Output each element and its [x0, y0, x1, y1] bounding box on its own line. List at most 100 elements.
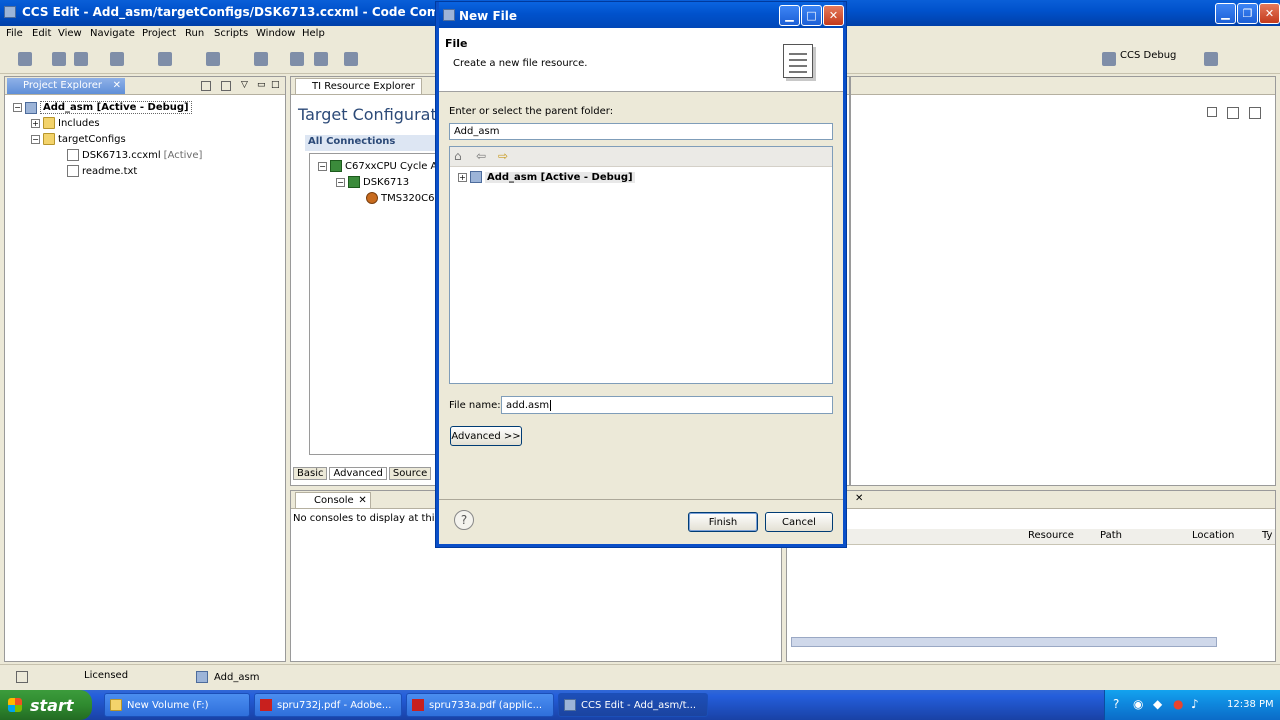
tree-item-label: C67xxCPU Cycle A	[345, 160, 438, 172]
tab-source[interactable]: Source	[388, 467, 432, 480]
build-icon[interactable]	[110, 52, 124, 66]
alert-tray-icon[interactable]: ●	[1173, 697, 1183, 711]
menu-scripts[interactable]: Scripts	[214, 28, 248, 39]
tab-advanced[interactable]: Advanced	[329, 467, 387, 480]
tree-item-label: Add_asm [Active - Debug]	[40, 101, 192, 114]
perspective-icon[interactable]	[1102, 52, 1116, 66]
advanced-button[interactable]: Advanced >>	[450, 426, 522, 446]
back-icon[interactable]: ⇦	[476, 149, 486, 163]
debug-icon[interactable]	[158, 52, 172, 66]
tree-item-targetconfigs[interactable]: − targetConfigs	[31, 133, 126, 145]
ccxml-file-icon	[67, 149, 79, 161]
taskbar-item-volume[interactable]: New Volume (F:)	[104, 693, 250, 717]
main-minimize-button[interactable]: ▁	[1215, 3, 1236, 24]
tree-item-includes[interactable]: + Includes	[31, 117, 100, 129]
parent-folder-input[interactable]: Add_asm	[449, 123, 833, 140]
tree-item-label: TMS320C6	[381, 192, 435, 204]
dialog-maximize-button[interactable]: □	[801, 5, 822, 26]
collapse-icon[interactable]: −	[318, 161, 327, 171]
file-name-input[interactable]: add.asm	[501, 396, 833, 414]
new-icon[interactable]	[18, 52, 32, 66]
folder-tree-item[interactable]: + Add_asm [Active - Debug]	[458, 171, 635, 183]
ccs-app-icon	[564, 699, 576, 711]
view-menu-icon[interactable]: ▽	[241, 80, 248, 90]
tools-icon[interactable]	[206, 52, 220, 66]
tree-item-readme[interactable]: readme.txt	[67, 165, 137, 177]
maximize-view-icon[interactable]	[1249, 107, 1261, 119]
menu-navigate[interactable]: Navigate	[90, 28, 135, 39]
network-tray-icon[interactable]: ◉	[1133, 697, 1143, 711]
menu-run[interactable]: Run	[185, 28, 204, 39]
tree-item-project[interactable]: − Add_asm [Active - Debug]	[13, 101, 192, 114]
expand-icon[interactable]: +	[458, 172, 467, 182]
link-editor-icon[interactable]	[221, 81, 231, 91]
start-button[interactable]: start	[0, 690, 92, 720]
start-label: start	[30, 695, 74, 715]
print-icon[interactable]	[74, 52, 88, 66]
finish-button[interactable]: Finish	[688, 512, 758, 532]
folder-icon	[43, 133, 55, 145]
up-folder-icon[interactable]: ⇨	[498, 149, 508, 163]
open-perspective-icon[interactable]	[1204, 52, 1218, 66]
taskbar-item-pdf1[interactable]: spru732j.pdf - Adobe...	[254, 693, 402, 717]
column-path[interactable]: Path	[1100, 530, 1122, 541]
menu-help[interactable]: Help	[302, 28, 325, 39]
project-icon	[25, 101, 37, 114]
menu-window[interactable]: Window	[256, 28, 295, 39]
taskbar-item-pdf2[interactable]: spru733a.pdf (applic...	[406, 693, 554, 717]
column-type[interactable]: Ty	[1262, 530, 1272, 541]
collapse-icon[interactable]: −	[336, 177, 345, 187]
tree-item-tms[interactable]: TMS320C6	[366, 192, 435, 204]
menu-project[interactable]: Project	[142, 28, 176, 39]
tab-console[interactable]: Console ✕	[295, 492, 371, 508]
main-maximize-button[interactable]: ❐	[1237, 3, 1258, 24]
main-close-button[interactable]: ✕	[1259, 3, 1280, 24]
ccs-debug-perspective[interactable]: CCS Debug	[1120, 50, 1176, 61]
menu-file[interactable]: File	[6, 28, 23, 39]
collapse-icon[interactable]: −	[31, 134, 40, 144]
expand-icon[interactable]: +	[31, 118, 40, 128]
collapse-all-icon[interactable]	[201, 81, 211, 91]
dialog-close-button[interactable]: ✕	[823, 5, 844, 26]
close-icon[interactable]: ✕	[358, 493, 366, 508]
column-resource[interactable]: Resource	[1028, 530, 1074, 541]
help-tray-icon[interactable]: ?	[1113, 697, 1119, 711]
horizontal-scrollbar[interactable]	[791, 637, 1217, 647]
all-connections-section[interactable]: All Connections	[305, 135, 437, 151]
cancel-button[interactable]: Cancel	[765, 512, 833, 532]
close-icon[interactable]: ✕	[113, 78, 121, 94]
clock[interactable]: 12:38 PM	[1227, 699, 1274, 710]
maximize-view-icon[interactable]: □	[271, 80, 280, 90]
project-explorer-tab[interactable]: Project Explorer ✕	[7, 78, 125, 94]
collapse-icon[interactable]: −	[13, 103, 22, 112]
back-icon[interactable]	[290, 52, 304, 66]
close-icon[interactable]: ✕	[855, 493, 863, 504]
tab-resource-explorer[interactable]: TI Resource Explorer	[295, 78, 422, 94]
menu-view[interactable]: View	[58, 28, 82, 39]
arrow-icon[interactable]	[344, 52, 358, 66]
tab-basic[interactable]: Basic	[293, 467, 328, 480]
restore-view-icon[interactable]	[1227, 107, 1239, 119]
security-tray-icon[interactable]: ◆	[1153, 697, 1162, 711]
help-icon[interactable]: ?	[454, 510, 474, 530]
tree-item-ccxml[interactable]: DSK6713.ccxml [Active]	[67, 149, 202, 161]
tree-item-dsk[interactable]: − DSK6713	[336, 176, 409, 188]
dialog-minimize-button[interactable]: ▁	[779, 5, 800, 26]
taskbar-item-ccs[interactable]: CCS Edit - Add_asm/t...	[558, 693, 708, 717]
status-project: Add_asm	[214, 672, 260, 683]
home-icon[interactable]: ⌂	[454, 149, 462, 163]
column-location[interactable]: Location	[1192, 530, 1234, 541]
dialog-header-title: File	[445, 37, 468, 50]
tree-item-cpu[interactable]: − C67xxCPU Cycle A	[318, 160, 437, 172]
fast-view-icon[interactable]	[16, 671, 28, 683]
minimize-view-icon[interactable]: ▭	[257, 80, 266, 90]
minimize-view-icon[interactable]	[1207, 107, 1217, 117]
tab-label: TI Resource Explorer	[312, 81, 415, 92]
search-icon[interactable]	[254, 52, 268, 66]
tree-item-label: Add_asm [Active - Debug]	[485, 171, 635, 183]
volume-tray-icon[interactable]: ♪	[1191, 697, 1199, 711]
tree-item-label: Includes	[58, 117, 100, 129]
save-icon[interactable]	[52, 52, 66, 66]
forward-icon[interactable]	[314, 52, 328, 66]
menu-edit[interactable]: Edit	[32, 28, 51, 39]
